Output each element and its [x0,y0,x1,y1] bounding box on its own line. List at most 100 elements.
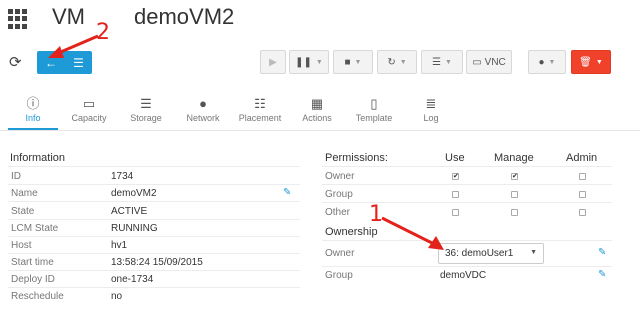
info-value: ACTIVE [111,206,148,217]
divider [8,219,300,220]
tab-divider [0,130,640,131]
migrate-button[interactable]: ☰ ▼ [421,50,463,74]
apps-grid-icon[interactable] [8,9,28,29]
stop-icon: ■ [344,56,351,68]
caret-down-icon: ▼ [354,58,362,66]
tab-actions[interactable]: ▦ Actions [292,95,342,123]
owner-admin-checkbox[interactable] [579,173,586,180]
ownership-button[interactable]: ● ▼ [528,50,566,74]
pause-button[interactable]: ❚❚ ▼ [289,50,329,74]
info-label: Reschedule [11,291,64,302]
info-label: Deploy ID [11,274,55,285]
tab-capacity[interactable]: ▭ Capacity [64,95,114,123]
group-label: Group [325,270,353,281]
section-title: VM [52,4,85,29]
pause-icon: ❚❚ [295,56,312,68]
annotation-arrow-1 [381,216,444,250]
divider [8,270,300,271]
owner-use-checkbox[interactable]: ✔ [452,173,459,180]
list-icon: ☰ [432,56,442,68]
permission-row-label: Owner [325,171,355,182]
other-admin-checkbox[interactable] [579,209,586,216]
file-text-icon: ≣ [425,96,437,111]
divider [322,166,612,167]
owner-manage-checkbox[interactable]: ✔ [511,173,518,180]
storage-icon: ☰ [140,96,152,111]
tab-label: Placement [238,113,282,123]
group-value: demoVDC [440,270,487,281]
tab-label: Storage [130,113,162,123]
divider [8,287,300,288]
edit-owner-icon[interactable]: ✎ [598,247,606,258]
permissions-col-use: Use [445,152,465,164]
reload-icon: ↻ [387,56,396,68]
page-title: demoVM2 [134,4,235,29]
caret-down-icon: ▼ [595,58,603,66]
info-value: one-1734 [111,274,154,285]
sitemap-icon: ☷ [254,96,266,111]
info-label: State [11,206,35,217]
play-icon: ▶ [269,56,277,68]
tab-label: Log [423,113,439,123]
user-icon: ● [538,56,545,68]
laptop-icon: ▭ [82,96,96,111]
tab-placement[interactable]: ☷ Placement [235,95,285,123]
tab-label: Info [25,113,41,123]
owner-label: Owner [325,248,355,259]
divider [322,184,612,185]
tab-label: Capacity [71,113,107,123]
divider [8,236,300,237]
edit-name-icon[interactable]: ✎ [283,187,291,198]
caret-down-icon: ▼ [315,58,323,66]
owner-select-value: 36: demoUser1 [445,248,514,259]
refresh-icon[interactable]: ⟳ [9,53,22,71]
divider [322,202,612,203]
calendar-icon: ▦ [310,96,324,111]
info-label: Host [11,240,32,251]
divider [8,184,300,185]
divider [8,201,300,202]
stop-button[interactable]: ■ ▼ [333,50,373,74]
info-label: Start time [11,257,54,268]
vnc-button[interactable]: ▭ VNC [466,50,512,74]
delete-button[interactable]: 🗑 ▼ [571,50,611,74]
info-value: hv1 [111,240,128,251]
permission-row-label: Group [325,189,353,200]
trash-icon: 🗑 [579,56,592,68]
file-icon: ▯ [370,96,378,111]
caret-down-icon: ▼ [399,58,407,66]
other-use-checkbox[interactable] [452,209,459,216]
group-use-checkbox[interactable] [452,191,459,198]
tab-log[interactable]: ≣ Log [406,95,456,123]
permission-row-label: Other [325,207,351,218]
edit-group-icon[interactable]: ✎ [598,269,606,280]
permissions-col-admin: Admin [566,152,598,164]
tab-network[interactable]: ● Network [178,95,228,123]
info-label: ID [11,171,21,182]
tab-label: Network [186,113,220,123]
tab-info[interactable]: ⓘ Info [8,95,58,123]
info-value: RUNNING [111,223,158,234]
info-value: no [111,291,123,302]
permissions-col-manage: Manage [494,152,534,164]
caret-down-icon: ▼ [548,58,556,66]
tab-storage[interactable]: ☰ Storage [121,95,171,123]
globe-icon: ● [199,96,207,111]
group-admin-checkbox[interactable] [579,191,586,198]
ownership-title: Ownership [325,226,378,238]
reboot-button[interactable]: ↻ ▼ [377,50,417,74]
permissions-title: Permissions: [325,152,388,164]
divider [8,253,300,254]
caret-down-icon: ▼ [530,249,537,256]
divider [322,266,612,267]
divider [322,240,612,241]
owner-select[interactable]: 36: demoUser1 ▼ [438,243,544,264]
tab-template[interactable]: ▯ Template [349,95,399,123]
info-value: demoVM2 [111,188,157,199]
information-title: Information [10,152,66,164]
caret-down-icon: ▼ [445,58,452,66]
other-manage-checkbox[interactable] [511,209,518,216]
info-label: LCM State [11,223,59,234]
play-button[interactable]: ▶ [260,50,286,74]
group-manage-checkbox[interactable] [511,191,518,198]
